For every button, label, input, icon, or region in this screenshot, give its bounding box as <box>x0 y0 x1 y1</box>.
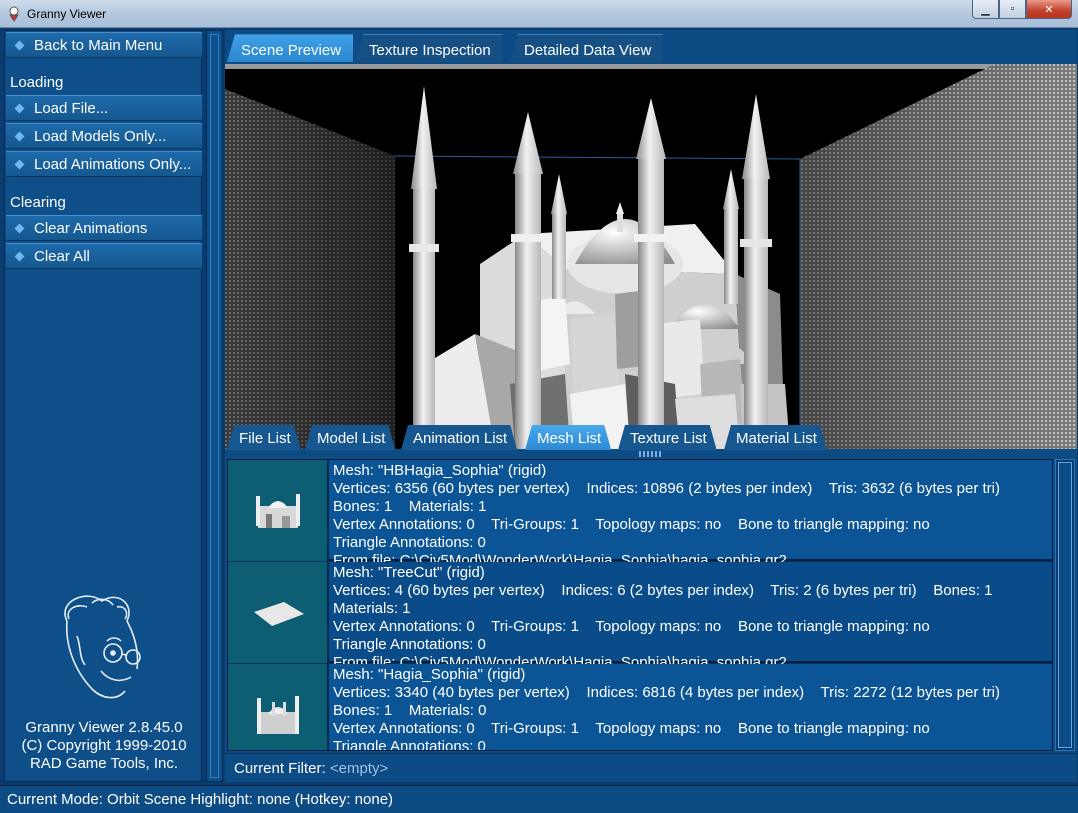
mesh-line: Bones: 1 Materials: 0 <box>333 702 487 719</box>
back-to-main-menu-label: Back to Main Menu <box>34 36 163 54</box>
diamond-icon <box>14 131 25 141</box>
tab-mesh-list[interactable]: Mesh List <box>525 425 611 450</box>
mesh-line: Mesh: "HBHagia_Sophia" (rigid) <box>333 462 547 479</box>
hagia-sophia-thumbnail <box>255 493 300 528</box>
loading-header: Loading <box>10 74 64 91</box>
load-models-only-label: Load Models Only... <box>34 127 167 145</box>
maximize-icon: ▫ <box>1010 3 1015 15</box>
clear-animations-label: Clear Animations <box>34 219 148 237</box>
diamond-icon <box>14 103 25 113</box>
filter-bar: Current Filter: <empty> <box>225 753 1077 781</box>
load-models-only-button[interactable]: Load Models Only... <box>6 123 202 149</box>
mesh-row-treecut[interactable]: Mesh: "TreeCut" (rigid) Vertices: 4 (60 … <box>228 562 1052 671</box>
scrollbar-thumb[interactable] <box>1058 462 1072 748</box>
mesh-line: Mesh: "TreeCut" (rigid) <box>333 564 485 581</box>
filter-value[interactable]: <empty> <box>330 760 388 777</box>
tab-material-list[interactable]: Material List <box>724 425 827 450</box>
mesh-thumbnail <box>228 562 329 663</box>
tab-texture-list[interactable]: Texture List <box>618 425 717 450</box>
close-icon: ✕ <box>1044 3 1054 16</box>
load-animations-only-button[interactable]: Load Animations Only... <box>6 151 202 177</box>
status-bar: Current Mode: Orbit Scene Highlight: non… <box>0 785 1078 813</box>
diamond-icon <box>14 223 25 233</box>
minimize-icon: ▁ <box>981 3 990 16</box>
mesh-line: Vertices: 4 (60 bytes per vertex) Indice… <box>333 582 993 599</box>
clear-all-label: Clear All <box>34 247 90 265</box>
minimize-button[interactable]: ▁ <box>972 0 999 19</box>
splitter-handle <box>210 34 219 778</box>
diamond-icon <box>14 159 25 169</box>
scene-viewport[interactable] <box>225 64 1077 449</box>
view-tabs: Scene Preview Texture Inspection Detaile… <box>225 30 1077 64</box>
mesh-line: Vertices: 3340 (40 bytes per vertex) Ind… <box>333 684 1000 701</box>
version-line: Granny Viewer 2.8.45.0 <box>25 719 183 736</box>
clearing-header: Clearing <box>10 194 66 211</box>
resize-grip[interactable] <box>639 451 661 457</box>
mesh-list: Mesh: "HBHagia_Sophia" (rigid) Vertices:… <box>227 459 1053 751</box>
mesh-thumbnail <box>228 664 329 750</box>
mesh-line: Materials: 1 <box>333 600 411 617</box>
mesh-line: Triangle Annotations: 0 <box>333 738 486 751</box>
tab-detailed-data-view[interactable]: Detailed Data View <box>510 34 664 62</box>
window-controls: ▁ ▫ ✕ <box>972 0 1072 20</box>
mesh-line: Vertex Annotations: 0 Tri-Groups: 1 Topo… <box>333 516 930 533</box>
mesh-line: Triangle Annotations: 0 <box>333 636 486 653</box>
mesh-row-hagia-sophia[interactable]: Mesh: "Hagia_Sophia" (rigid) Vertices: 3… <box>228 664 1052 751</box>
mesh-row-hbhagia-sophia[interactable]: Mesh: "HBHagia_Sophia" (rigid) Vertices:… <box>228 460 1052 569</box>
diamond-icon <box>14 40 25 50</box>
close-button[interactable]: ✕ <box>1026 0 1072 19</box>
mesh-details: Mesh: "TreeCut" (rigid) Vertices: 4 (60 … <box>333 564 1048 672</box>
mesh-line: Triangle Annotations: 0 <box>333 534 486 551</box>
status-text: Current Mode: Orbit Scene Highlight: non… <box>7 791 394 808</box>
mesh-line: Vertex Annotations: 0 Tri-Groups: 1 Topo… <box>333 618 930 635</box>
mesh-thumbnail <box>228 460 329 561</box>
main-panel: Scene Preview Texture Inspection Detaile… <box>225 30 1077 782</box>
panel-splitter[interactable] <box>206 30 223 782</box>
mesh-list-scrollbar[interactable] <box>1055 459 1075 751</box>
mesh-details: Mesh: "Hagia_Sophia" (rigid) Vertices: 3… <box>333 666 1048 751</box>
filter-label: Current Filter: <box>234 760 326 777</box>
tab-animation-list[interactable]: Animation List <box>401 425 517 450</box>
tab-model-list[interactable]: Model List <box>305 425 395 450</box>
mesh-line: Bones: 1 Materials: 1 <box>333 498 487 515</box>
company-line: RAD Game Tools, Inc. <box>29 755 179 772</box>
window-title: Granny Viewer <box>27 7 107 21</box>
title-bar: Granny Viewer ▁ ▫ ✕ <box>0 0 1078 28</box>
diamond-icon <box>14 251 25 261</box>
list-tabs: File List Model List Animation List Mesh… <box>225 425 1077 451</box>
hagia-sophia-model <box>225 64 1077 449</box>
mesh-line: Vertices: 6356 (60 bytes per vertex) Ind… <box>333 480 1000 497</box>
app-icon <box>9 6 19 22</box>
hagia-sophia-thumbnail <box>256 695 299 734</box>
left-panel: Back to Main Menu Loading Load File... L… <box>4 30 202 782</box>
maximize-button[interactable]: ▫ <box>999 0 1026 19</box>
copyright-line: (C) Copyright 1999-2010 <box>21 737 187 754</box>
mesh-details: Mesh: "HBHagia_Sophia" (rigid) Vertices:… <box>333 462 1048 570</box>
load-animations-only-label: Load Animations Only... <box>34 155 192 173</box>
granny-mascot-logo <box>64 595 141 699</box>
tab-file-list[interactable]: File List <box>227 425 301 450</box>
load-file-button[interactable]: Load File... <box>6 95 202 121</box>
tab-texture-inspection[interactable]: Texture Inspection <box>355 34 503 62</box>
clear-animations-button[interactable]: Clear Animations <box>6 215 202 241</box>
mesh-line: Vertex Annotations: 0 Tri-Groups: 1 Topo… <box>333 720 930 737</box>
treecut-thumbnail <box>253 601 304 626</box>
mesh-line: Mesh: "Hagia_Sophia" (rigid) <box>333 666 526 683</box>
clear-all-button[interactable]: Clear All <box>6 243 202 269</box>
tab-scene-preview[interactable]: Scene Preview <box>227 34 354 62</box>
load-file-label: Load File... <box>34 99 109 117</box>
back-to-main-menu-button[interactable]: Back to Main Menu <box>6 32 202 58</box>
